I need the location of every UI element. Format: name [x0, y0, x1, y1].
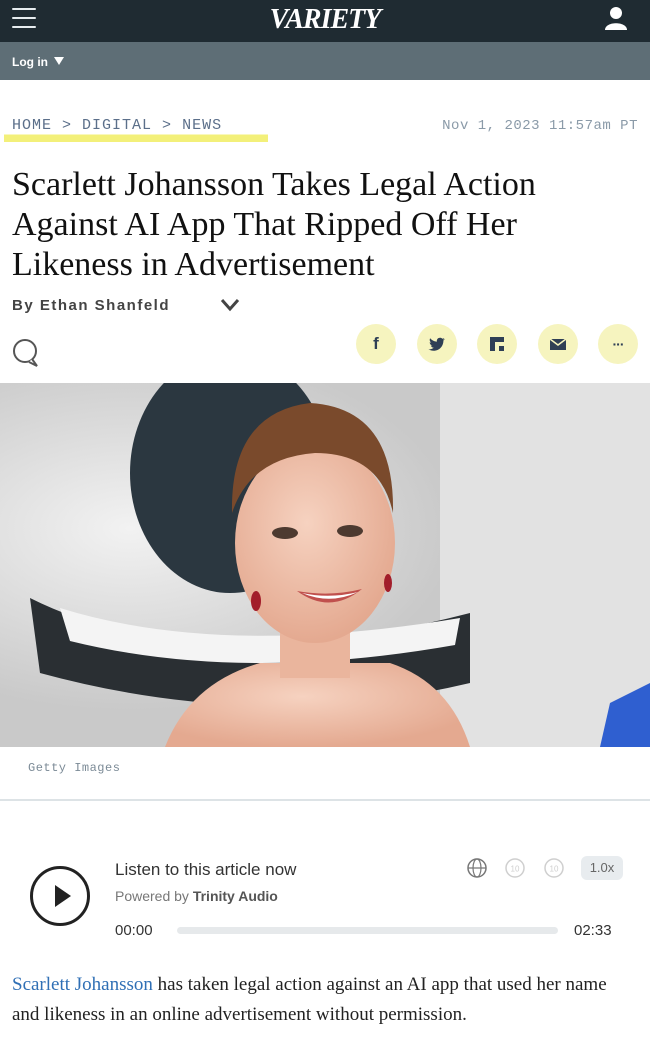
site-logo[interactable]: VARIETY [0, 4, 650, 36]
twitter-icon [428, 337, 445, 351]
comment-icon[interactable] [11, 338, 39, 368]
more-share-button[interactable]: ··· [598, 324, 638, 364]
site-header: VARIETY [0, 0, 650, 42]
article-body-paragraph: Scarlett Johansson has taken legal actio… [12, 970, 637, 1030]
powered-by-label: Powered by [115, 888, 189, 904]
more-icon: ··· [612, 336, 625, 352]
section-divider [0, 799, 650, 801]
current-time: 00:00 [115, 922, 153, 939]
flipboard-icon [490, 337, 504, 351]
breadcrumb-news[interactable]: NEWS [182, 117, 222, 134]
email-icon [549, 337, 567, 350]
article-headline: Scarlett Johansson Takes Legal Action Ag… [12, 166, 536, 283]
play-button[interactable] [30, 866, 90, 926]
svg-text:10: 10 [511, 865, 520, 874]
audio-progress-bar[interactable] [177, 927, 558, 934]
playback-speed-button[interactable]: 1.0x [581, 856, 623, 880]
chevron-down-icon[interactable] [219, 296, 241, 314]
rewind-10-icon[interactable]: 10 [504, 857, 526, 879]
flipboard-share-button[interactable] [477, 324, 517, 364]
audio-title: Listen to this article now [115, 860, 297, 879]
svg-text:10: 10 [550, 865, 559, 874]
login-bar: Log in [0, 42, 650, 80]
breadcrumb-digital[interactable]: DIGITAL [82, 117, 152, 134]
forward-10-icon[interactable]: 10 [543, 857, 565, 879]
facebook-icon: f [373, 334, 379, 353]
audio-powered-by: Powered by Trinity Audio [115, 888, 278, 904]
publish-date: Nov 1, 2023 11:57am PT [442, 118, 638, 134]
breadcrumb-separator: > [62, 117, 73, 134]
article-hero-image [0, 383, 650, 747]
user-account-icon[interactable] [604, 5, 628, 31]
body-link-scarlett-johansson[interactable]: Scarlett Johansson [12, 974, 153, 995]
language-globe-icon[interactable] [466, 857, 488, 879]
email-share-button[interactable] [538, 324, 578, 364]
breadcrumb-home[interactable]: HOME [12, 117, 52, 134]
breadcrumb: HOME > DIGITAL > NEWS [12, 117, 232, 134]
facebook-share-button[interactable]: f [356, 324, 396, 364]
total-duration: 02:33 [574, 922, 612, 939]
breadcrumb-separator: > [162, 117, 173, 134]
image-caption: Getty Images [28, 761, 121, 775]
byline[interactable]: By Ethan Shanfeld [12, 297, 170, 314]
login-dropdown-caret-icon[interactable] [54, 57, 64, 65]
twitter-share-button[interactable] [417, 324, 457, 364]
powered-by-brand[interactable]: Trinity Audio [193, 888, 278, 904]
login-link[interactable]: Log in [12, 55, 48, 69]
